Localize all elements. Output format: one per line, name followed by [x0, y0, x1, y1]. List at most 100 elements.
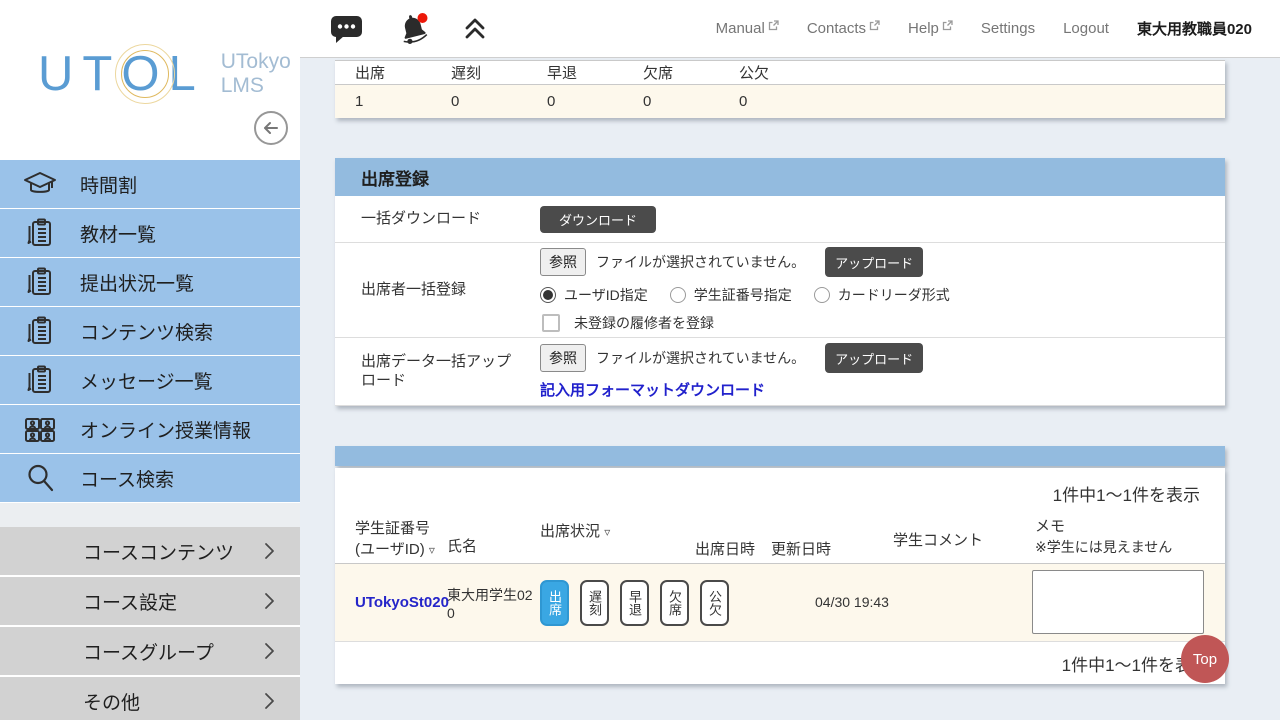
logo-ring-icon: O: [121, 46, 168, 102]
file-select-line: 参照 ファイルが選択されていません。 アップロード: [540, 343, 923, 373]
sidebar-divider: [0, 503, 300, 527]
status-early-leave-button[interactable]: 早退: [620, 580, 649, 626]
roster-header-bar: [335, 446, 1225, 466]
sidebar-item-label: コンテンツ検索: [80, 318, 213, 345]
sidebar-item-label: コースグループ: [83, 638, 214, 665]
topbar-icons: [300, 11, 488, 47]
sidebar-item-content-search[interactable]: コンテンツ検索: [0, 307, 300, 355]
external-link-icon: [942, 20, 953, 31]
sidebar-item-materials[interactable]: 教材一覧: [0, 209, 300, 257]
sidebar-item-label: その他: [83, 688, 140, 715]
clipboard-icon: [0, 363, 80, 397]
main-content: 出席 遅刻 早退 欠席 公欠 1 0 0 0 0 出席登録 一括ダウンロード ダ…: [300, 58, 1280, 720]
collapse-header-icon[interactable]: [462, 16, 488, 42]
manual-link[interactable]: Manual: [716, 20, 779, 37]
logout-link-label: Logout: [1063, 20, 1109, 37]
download-button[interactable]: ダウンロード: [540, 206, 656, 233]
back-to-top-button[interactable]: Top: [1181, 635, 1229, 683]
radio-card-reader[interactable]: [814, 287, 830, 303]
logout-link[interactable]: Logout: [1063, 20, 1109, 37]
checkbox-label: 未登録の履修者を登録: [574, 313, 714, 333]
sidebar-item-messages[interactable]: メッセージ一覧: [0, 356, 300, 404]
sidebar-item-label: 教材一覧: [80, 220, 156, 247]
radio-label: カードリーダ形式: [838, 285, 950, 305]
bulk-download-row: 一括ダウンロード ダウンロード: [335, 196, 1225, 243]
column-status[interactable]: 出席状況 ▿: [540, 521, 610, 542]
summary-col: 出席: [355, 62, 451, 83]
summary-value: 0: [643, 93, 739, 110]
status-present-button[interactable]: 出席: [540, 580, 569, 626]
help-link[interactable]: Help: [908, 20, 953, 37]
attendance-register-panel: 出席登録 一括ダウンロード ダウンロード 出席者一括登録 参照 ファイルが選択さ…: [335, 158, 1225, 406]
magnifier-icon: [0, 461, 80, 495]
roster-footer: 1件中1〜1件を表示: [335, 642, 1225, 684]
sidebar-item-course-settings[interactable]: コース設定: [0, 577, 300, 625]
contacts-link[interactable]: Contacts: [807, 20, 880, 37]
sidebar-item-label: コースコンテンツ: [83, 538, 234, 565]
chevron-right-icon: [262, 641, 276, 661]
browse-button[interactable]: 参照: [540, 344, 586, 372]
column-update-time: 更新日時: [771, 539, 831, 560]
status-late-button[interactable]: 遅刻: [580, 580, 609, 626]
clipboard-icon: [0, 216, 80, 250]
pagination-info: 1件中1〜1件を表示: [335, 468, 1225, 514]
status-excused-absence-button[interactable]: 公欠: [700, 580, 729, 626]
no-file-text: ファイルが選択されていません。: [596, 348, 805, 368]
student-id-link[interactable]: UTokyoSt020: [355, 594, 449, 611]
radio-student-card-number[interactable]: [670, 287, 686, 303]
sort-icon[interactable]: ▿: [429, 543, 435, 557]
chevron-right-icon: [262, 541, 276, 561]
utol-logo[interactable]: UTOL UTokyo LMS: [0, 0, 300, 102]
status-absent-button[interactable]: 欠席: [660, 580, 689, 626]
section-title: 出席登録: [335, 158, 1225, 196]
format-download-link[interactable]: 記入用フォーマットダウンロード: [540, 379, 923, 400]
register-unenrolled-checkbox[interactable]: [542, 314, 560, 332]
summary-header-row: 出席 遅刻 早退 欠席 公欠: [335, 60, 1225, 85]
column-student-comment: 学生コメント: [893, 530, 983, 551]
sidebar-collapse-button[interactable]: [254, 111, 288, 145]
settings-link[interactable]: Settings: [981, 20, 1035, 37]
sidebar-item-online-class[interactable]: オンライン授業情報: [0, 405, 300, 453]
no-file-text: ファイルが選択されていません。: [596, 252, 805, 272]
logo-letters: UT: [38, 46, 121, 102]
roster-header-row: 学生証番号 (ユーザID) ▿ 氏名 出席状況 ▿ 出席日時 更新日時 学生コメ…: [335, 514, 1225, 564]
sidebar-item-course-group[interactable]: コースグループ: [0, 627, 300, 675]
attendance-roster-panel: 1件中1〜1件を表示 学生証番号 (ユーザID) ▿ 氏名 出席状況 ▿ 出席日…: [335, 468, 1225, 684]
column-memo: メモ ※学生には見えません: [1035, 516, 1172, 558]
attendance-summary-table: 出席 遅刻 早退 欠席 公欠 1 0 0 0 0: [335, 60, 1225, 118]
student-name: 東大用学生020: [447, 586, 533, 622]
external-link-icon: [768, 20, 779, 31]
roster-row: UTokyoSt020 東大用学生020 出席 遅刻 早退 欠席 公欠 04/3…: [335, 564, 1225, 642]
memo-textarea[interactable]: [1032, 570, 1204, 634]
upload-button[interactable]: アップロード: [825, 247, 923, 277]
chevron-right-icon: [262, 691, 276, 711]
summary-value: 0: [451, 93, 547, 110]
column-student-id[interactable]: 学生証番号 (ユーザID) ▿: [355, 518, 435, 560]
sidebar-menu: 時間割 教材一覧 提出状況一覧 コンテンツ検索: [0, 160, 300, 720]
sidebar-item-label: コース設定: [83, 588, 177, 615]
sidebar-item-label: メッセージ一覧: [80, 367, 213, 394]
sidebar-item-others[interactable]: その他: [0, 677, 300, 720]
help-link-label: Help: [908, 20, 939, 37]
browse-button[interactable]: 参照: [540, 248, 586, 276]
column-attend-time: 出席日時: [695, 539, 755, 560]
radio-label: ユーザID指定: [564, 285, 648, 305]
attend-time-value: 04/30 19:43: [815, 594, 889, 610]
bulk-download-label: 一括ダウンロード: [361, 210, 540, 229]
radio-user-id[interactable]: [540, 287, 556, 303]
summary-value: 0: [547, 93, 643, 110]
sidebar-item-course-contents[interactable]: コースコンテンツ: [0, 527, 300, 575]
notifications-bell-icon[interactable]: [394, 11, 432, 47]
logo-text: UTOL: [38, 46, 205, 102]
chat-icon[interactable]: [330, 14, 364, 44]
sidebar-item-submissions[interactable]: 提出状況一覧: [0, 258, 300, 306]
column-name: 氏名: [447, 536, 477, 557]
user-name[interactable]: 東大用教職員020: [1137, 18, 1252, 39]
external-link-icon: [869, 20, 880, 31]
file-select-line: 参照 ファイルが選択されていません。 アップロード: [540, 247, 964, 277]
sidebar-item-course-search[interactable]: コース検索: [0, 454, 300, 502]
sort-icon[interactable]: ▿: [604, 525, 610, 539]
upload-button[interactable]: アップロード: [825, 343, 923, 373]
summary-value: 1: [355, 93, 451, 110]
sidebar-item-timetable[interactable]: 時間割: [0, 160, 300, 208]
